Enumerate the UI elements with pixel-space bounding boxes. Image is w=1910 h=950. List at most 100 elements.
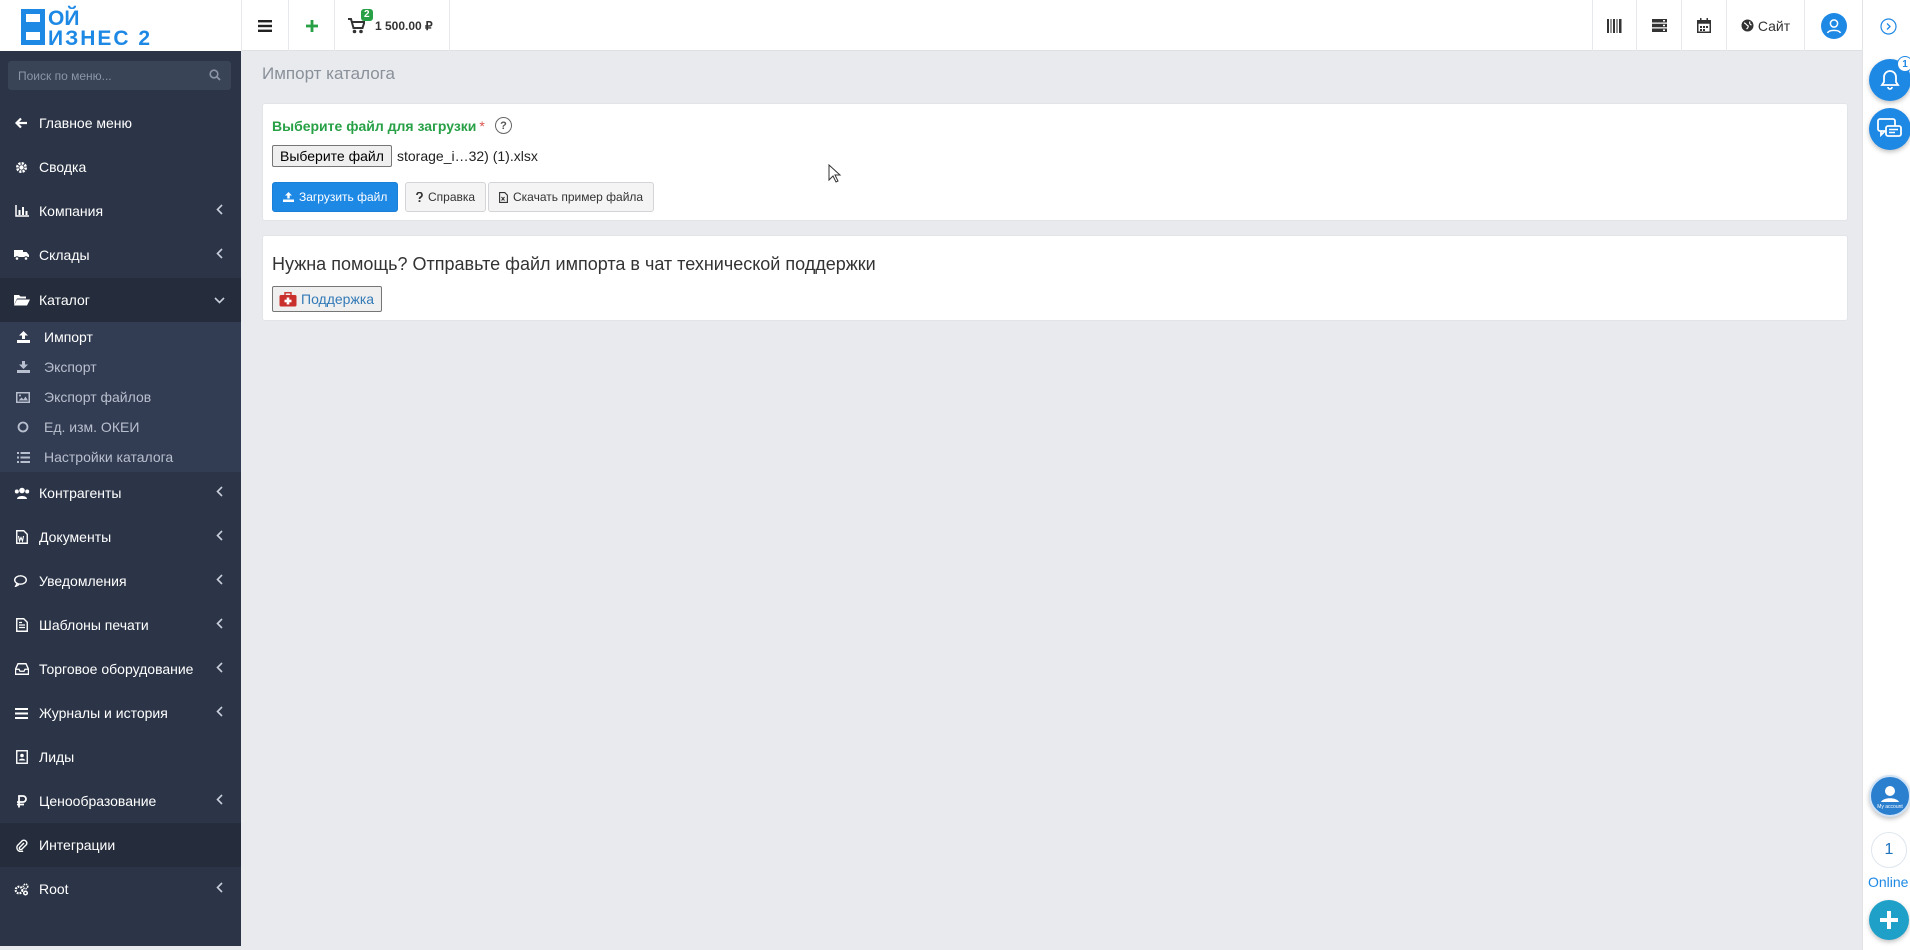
catalog-submenu: Импорт Экспорт Экспорт файлов Ед. изм. О… xyxy=(0,322,241,472)
chevron-left-icon xyxy=(216,882,223,893)
sidebar-item-label: Лиды xyxy=(39,749,75,765)
sidebar-item-label: Шаблоны печати xyxy=(39,617,149,633)
import-panel: Выберите файл для загрузки * ? Выберите ф… xyxy=(262,103,1848,221)
barcode-button[interactable] xyxy=(1592,0,1637,51)
submenu-item-okei[interactable]: Ед. изм. ОКЕИ xyxy=(0,412,241,442)
sidebar-item-label: Уведомления xyxy=(39,573,127,589)
globe-icon xyxy=(1741,19,1754,32)
bar-chart-icon xyxy=(14,205,29,217)
collapse-panel-button[interactable] xyxy=(1880,18,1897,38)
bars-icon xyxy=(15,707,28,719)
account-icon: My account xyxy=(1877,786,1903,810)
menu-toggle-button[interactable] xyxy=(241,0,289,51)
bell-icon xyxy=(1880,70,1900,90)
chevron-left-icon xyxy=(216,662,223,673)
folder-open-icon xyxy=(13,295,30,306)
right-widget-strip: 1 My account 1 Online xyxy=(1862,0,1910,950)
file-field-label: Выберите файл для загрузки * xyxy=(272,118,485,134)
arrow-left-icon xyxy=(15,117,27,129)
sidebar-item-label: Документы xyxy=(39,529,112,545)
sidebar-item-label: Торговое оборудование xyxy=(39,661,194,677)
submenu-item-label: Ед. изм. ОКЕИ xyxy=(44,419,140,435)
mouse-cursor-icon xyxy=(828,164,842,183)
hamburger-icon xyxy=(258,19,272,32)
sidebar-item-label: Ценообразование xyxy=(39,793,157,809)
chat-icon xyxy=(1877,118,1902,138)
svg-text:ИЗНЕС 2: ИЗНЕС 2 xyxy=(48,27,152,49)
online-count: 1 xyxy=(1871,832,1907,868)
plus-icon xyxy=(1880,911,1898,929)
logo-icon: ОЙ ИЗНЕС 2 xyxy=(20,6,152,49)
svg-text:My account: My account xyxy=(1877,804,1903,810)
notifications-widget-button[interactable]: 1 xyxy=(1869,56,1910,101)
chevron-down-icon xyxy=(214,297,225,304)
comments-icon xyxy=(14,575,27,587)
upload-file-button[interactable]: Загрузить файл xyxy=(272,182,399,212)
sidebar-item-main-menu[interactable]: Главное меню xyxy=(0,101,241,145)
sidebar-item-label: Журналы и история xyxy=(39,705,168,721)
sidebar-item-warehouses[interactable]: Склады xyxy=(0,233,241,277)
sidebar: Поиск по меню... Главное меню Сводка Ком… xyxy=(0,51,241,946)
user-avatar-icon xyxy=(1820,12,1847,39)
submenu-item-import[interactable]: Импорт xyxy=(0,322,241,352)
sidebar-item-logs-history[interactable]: Журналы и история xyxy=(0,691,241,735)
circle-icon xyxy=(17,421,29,433)
cart-total: 1 500.00 ₽ xyxy=(375,18,433,33)
online-label: Online xyxy=(1868,874,1909,890)
sidebar-item-leads[interactable]: Лиды xyxy=(0,735,241,779)
barcode-icon xyxy=(1607,18,1622,33)
sidebar-item-documents[interactable]: Документы xyxy=(0,515,241,559)
add-widget-button[interactable] xyxy=(1869,900,1909,940)
cart-button[interactable]: 2 1 500.00 ₽ xyxy=(335,0,450,51)
sidebar-item-notifications[interactable]: Уведомления xyxy=(0,559,241,603)
search-icon xyxy=(209,69,221,81)
calendar-button[interactable] xyxy=(1682,0,1727,51)
add-button[interactable] xyxy=(289,0,335,51)
profile-button[interactable] xyxy=(1805,0,1862,51)
server-icon xyxy=(1651,19,1667,32)
chat-widget-button[interactable] xyxy=(1869,108,1910,150)
upload-button-label: Загрузить файл xyxy=(299,190,388,204)
inbox-icon xyxy=(14,663,29,675)
chevron-left-icon xyxy=(216,706,223,717)
upload-icon xyxy=(16,331,30,343)
sidebar-item-root[interactable]: Root xyxy=(0,867,241,911)
support-help-text: Нужна помощь? Отправьте файл импорта в ч… xyxy=(272,254,876,274)
sidebar-item-pricing[interactable]: Ценообразование xyxy=(0,779,241,823)
download-example-button[interactable]: Скачать пример файла xyxy=(488,182,655,212)
help-button[interactable]: Справка xyxy=(405,182,487,212)
cogs-icon xyxy=(14,882,29,896)
search-placeholder: Поиск по меню... xyxy=(18,69,112,83)
logo[interactable]: ОЙ ИЗНЕС 2 xyxy=(0,0,241,51)
submenu-item-export-files[interactable]: Экспорт файлов xyxy=(0,382,241,412)
sidebar-item-integrations[interactable]: Интеграции xyxy=(0,823,241,867)
help-tooltip-icon[interactable]: ? xyxy=(495,117,512,134)
sidebar-item-catalog[interactable]: Каталог xyxy=(0,278,241,322)
server-button[interactable] xyxy=(1637,0,1682,51)
chevron-left-icon xyxy=(216,204,223,215)
question-icon xyxy=(416,192,423,202)
plus-icon xyxy=(305,19,318,32)
notifications-badge: 1 xyxy=(1897,56,1910,72)
chevron-left-icon xyxy=(216,486,223,497)
choose-file-button[interactable]: Выберите файл xyxy=(272,145,392,167)
support-button[interactable]: Поддержка xyxy=(272,286,383,312)
sidebar-item-print-templates[interactable]: Шаблоны печати xyxy=(0,603,241,647)
sidebar-item-label: Склады xyxy=(39,247,90,263)
file-excel-icon xyxy=(499,191,508,203)
image-icon xyxy=(16,391,30,403)
chevron-left-icon xyxy=(216,574,223,585)
upload-icon xyxy=(283,192,294,202)
menu-search-input[interactable]: Поиск по меню... xyxy=(8,61,231,90)
sidebar-item-trade-equipment[interactable]: Торговое оборудование xyxy=(0,647,241,691)
sidebar-item-counterparties[interactable]: Контрагенты xyxy=(0,471,241,515)
required-mark: * xyxy=(479,118,485,134)
submenu-item-catalog-settings[interactable]: Настройки каталога xyxy=(0,442,241,472)
sidebar-item-label: Каталог xyxy=(39,292,90,308)
submenu-item-export[interactable]: Экспорт xyxy=(0,352,241,382)
sidebar-item-company[interactable]: Компания xyxy=(0,189,241,233)
download-example-label: Скачать пример файла xyxy=(513,190,644,204)
my-account-widget[interactable]: My account xyxy=(1869,775,1910,817)
site-button[interactable]: Сайт xyxy=(1727,0,1805,51)
sidebar-item-summary[interactable]: Сводка xyxy=(0,145,241,189)
